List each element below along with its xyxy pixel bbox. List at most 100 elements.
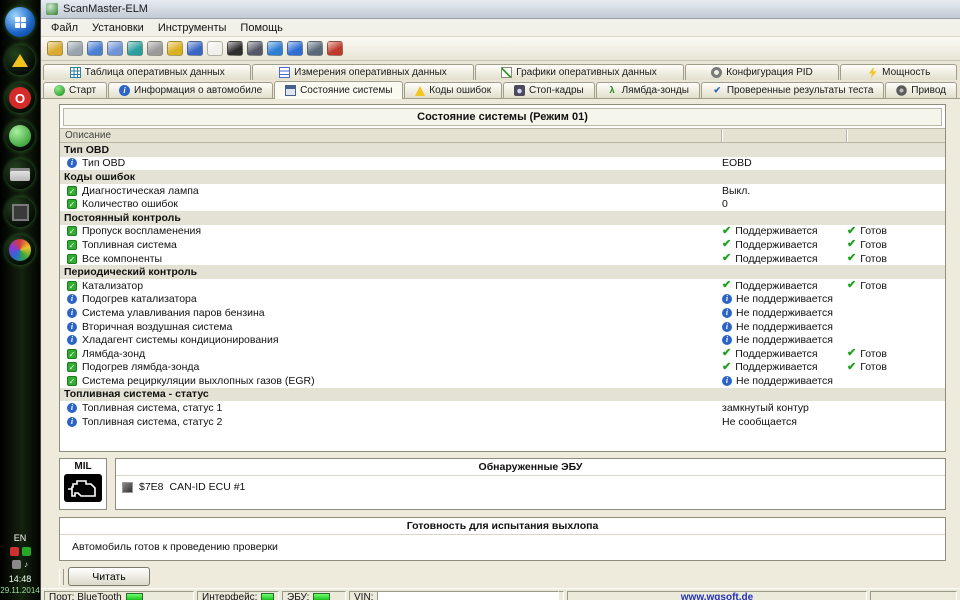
check-icon: ✔ — [847, 238, 857, 251]
document-icon[interactable] — [107, 41, 123, 56]
warning-app-icon[interactable] — [5, 45, 35, 75]
tab-tabs_row2-1[interactable]: i Информация о автомобиле — [108, 82, 274, 98]
tab-row-1: Таблица оперативных данных Измерения опер… — [43, 64, 958, 80]
value-text: Не поддерживается — [736, 334, 833, 347]
exit-icon[interactable] — [327, 41, 343, 56]
screen: O EN ♪ 14:48 29.11.2014 ScanMaster-ELM Ф… — [0, 0, 960, 600]
checkbox-icon: ✓ — [67, 348, 77, 359]
menu-item-1[interactable]: Установки — [85, 21, 151, 35]
ecu-chip-icon — [122, 481, 133, 493]
camera-icon[interactable] — [247, 41, 263, 56]
tab-tabs_row1-1[interactable]: Измерения оперативных данных — [252, 64, 474, 80]
tab-tabs_row2-6[interactable]: ✔ Проверенные результаты теста — [700, 82, 885, 98]
supported-cell: 0 — [722, 198, 847, 210]
menu-item-2[interactable]: Инструменты — [151, 21, 234, 35]
tab-tabs_row1-0[interactable]: Таблица оперативных данных — [43, 64, 252, 80]
value-text: Не поддерживается — [736, 320, 833, 333]
tab-label: Старт — [68, 85, 97, 96]
row-label-cell: ✓ Катализатор — [60, 280, 722, 292]
tab-tabs_row2-2[interactable]: Состояние системы — [274, 81, 404, 99]
currency-icon[interactable] — [167, 41, 183, 56]
connect-icon[interactable] — [47, 41, 63, 56]
app-icon — [46, 3, 58, 15]
check-icon: ✔ — [847, 279, 857, 292]
title-bar[interactable]: ScanMaster-ELM — [41, 0, 960, 19]
detected-ecu-panel: Обнаруженные ЭБУ $7E8 CAN-ID ECU #1 — [115, 458, 946, 510]
row-label-cell: ✓ Количество ошибок — [60, 198, 722, 210]
check-icon: ✔ — [722, 360, 732, 373]
interface-led-icon — [261, 592, 274, 600]
row-label: Тип OBD — [82, 157, 126, 170]
button-row: Читать — [59, 567, 946, 586]
start-orb-icon[interactable] — [5, 7, 35, 37]
interface-label: Интерфейс: — [202, 591, 258, 600]
speaker-icon[interactable]: ♪ — [24, 560, 28, 569]
tab-tabs_row2-7[interactable]: Привод — [885, 82, 957, 98]
statusbar-vin: VIN: — [349, 590, 564, 600]
tray-gray-icon[interactable] — [12, 560, 21, 569]
menu-item-3[interactable]: Помощь — [233, 21, 290, 35]
table-row: i Хладагент системы кондиционирования i Не … — [60, 333, 945, 347]
info-icon[interactable] — [287, 41, 303, 56]
row-label: Топливная система, статус 2 — [82, 415, 223, 428]
value-text: Поддерживается — [735, 361, 818, 374]
ready-cell: ✔ Готов — [847, 253, 945, 265]
palette-icon[interactable] — [5, 235, 35, 265]
tab-label: Графики оперативных данных — [516, 67, 657, 78]
info-icon: i — [722, 294, 732, 305]
battery-icon[interactable] — [227, 41, 243, 56]
menu-item-0[interactable]: Файл — [44, 21, 85, 35]
search-icon[interactable] — [67, 41, 83, 56]
vin-field[interactable] — [377, 590, 559, 600]
books-icon[interactable] — [187, 41, 203, 56]
taskbar: O EN ♪ 14:48 29.11.2014 — [0, 0, 40, 600]
chip-app-icon[interactable] — [5, 197, 35, 227]
globe-icon[interactable] — [267, 41, 283, 56]
value-text: Готов — [860, 225, 887, 238]
value-text: Поддерживается — [735, 279, 818, 292]
read-button[interactable]: Читать — [68, 567, 150, 586]
monitor-icon[interactable] — [307, 41, 323, 56]
row-label-cell: i Хладагент системы кондиционирования — [60, 334, 722, 346]
tab-tabs_row1-4[interactable]: Мощность — [840, 64, 957, 80]
checkbox-icon: ✓ — [67, 226, 77, 237]
table-row: ✓ Пропуск воспламенения ✔ Поддерживается ✔ Го… — [60, 225, 945, 239]
website-link[interactable]: www.wgsoft.de — [681, 592, 753, 600]
tray-green-icon[interactable] — [21, 547, 31, 556]
green-app-icon[interactable] — [5, 121, 35, 151]
tab-tabs_row2-0[interactable]: Старт — [43, 82, 108, 98]
opera-o-icon: O — [9, 87, 31, 109]
tab-tabs_row2-3[interactable]: Коды ошибок — [404, 82, 503, 98]
tray-red-icon[interactable] — [9, 547, 19, 556]
ready-cell: ✔ Готов — [847, 348, 945, 360]
value-text: Не поддерживается — [736, 306, 833, 319]
chat-icon[interactable] — [207, 41, 223, 56]
printer-icon[interactable] — [5, 159, 35, 189]
ecu-entry[interactable]: $7E8 CAN-ID ECU #1 — [116, 476, 945, 498]
table-row: ✓ Система рециркуляции выхлопных газов (E… — [60, 374, 945, 388]
report-icon[interactable] — [87, 41, 103, 56]
value-text: Не поддерживается — [736, 293, 833, 306]
value-text: Поддерживается — [735, 252, 818, 265]
section-label: Топливная система - статус — [64, 388, 209, 401]
calculator-icon[interactable] — [147, 41, 163, 56]
tab-tabs_row2-5[interactable]: λ Лямбда-зонды — [595, 82, 700, 98]
tab-tabs_row1-2[interactable]: Графики оперативных данных — [474, 64, 684, 80]
opera-icon[interactable]: O — [5, 83, 35, 113]
language-indicator[interactable]: EN — [14, 533, 27, 543]
check-icon: ✔ — [847, 224, 857, 237]
clock-time[interactable]: 14:48 — [9, 574, 32, 584]
row-label-cell: ✓ Лямбда-зонд — [60, 348, 722, 360]
table-icon[interactable] — [127, 41, 143, 56]
check-icon: ✔ — [722, 347, 732, 360]
port-label: Порт: BlueTooth — [49, 591, 122, 600]
ecu-id: $7E8 — [139, 481, 164, 493]
supported-cell: Выкл. — [722, 185, 847, 197]
info-icon: i — [67, 403, 77, 414]
readiness-text: Автомобиль готов к проведению проверки — [72, 541, 278, 553]
row-label-cell: i Система улавливания паров бензина — [60, 307, 722, 319]
clock-date[interactable]: 29.11.2014 — [0, 586, 39, 595]
tab-tabs_row2-4[interactable]: Стоп-кадры — [503, 82, 595, 98]
info-icon: i — [67, 158, 77, 169]
tab-tabs_row1-3[interactable]: Конфигурация PID — [684, 64, 840, 80]
